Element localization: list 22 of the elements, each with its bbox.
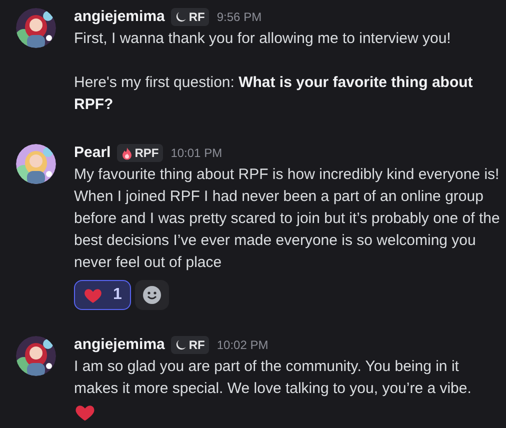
message-text: I am so glad you are part of the community. You being in it makes it more special. We love talking to you, you’re a vibe. — [74, 357, 472, 399]
reaction-button[interactable]: 1 — [74, 280, 131, 310]
message-text: Here's my first question: What is your favorite thing about RPF? — [74, 73, 474, 115]
moon-icon — [174, 339, 187, 351]
tag-label: RF — [188, 337, 205, 354]
role-tag[interactable]: RF — [170, 8, 209, 26]
role-tag[interactable]: RF — [170, 336, 209, 354]
author-name[interactable]: angiejemima — [74, 6, 165, 28]
role-tag[interactable]: RPF — [116, 144, 163, 162]
timestamp: 10:02 PM — [216, 337, 268, 354]
flame-icon — [120, 146, 133, 160]
timestamp: 9:56 PM — [216, 9, 262, 26]
timestamp: 10:01 PM — [170, 145, 222, 162]
add-reaction-button[interactable] — [134, 280, 169, 310]
author-name[interactable]: Pearl — [74, 142, 111, 164]
tag-label: RPF — [134, 145, 159, 162]
moon-icon — [174, 11, 187, 23]
message-text: First, I wanna thank you for allowing me to interview you! — [74, 29, 452, 49]
message-text: My favourite thing about RPF is how incredibly kind everyone is! When I joined RPF I had never been a part of an online group before and I was pretty scared to join but it’s probably one of the best decisions I’ve ever made everyone is so welcoming you never feel out of place — [74, 165, 500, 273]
author-name[interactable]: angiejemima — [74, 334, 165, 356]
smiley-icon — [142, 285, 162, 305]
tag-label: RF — [188, 9, 205, 26]
